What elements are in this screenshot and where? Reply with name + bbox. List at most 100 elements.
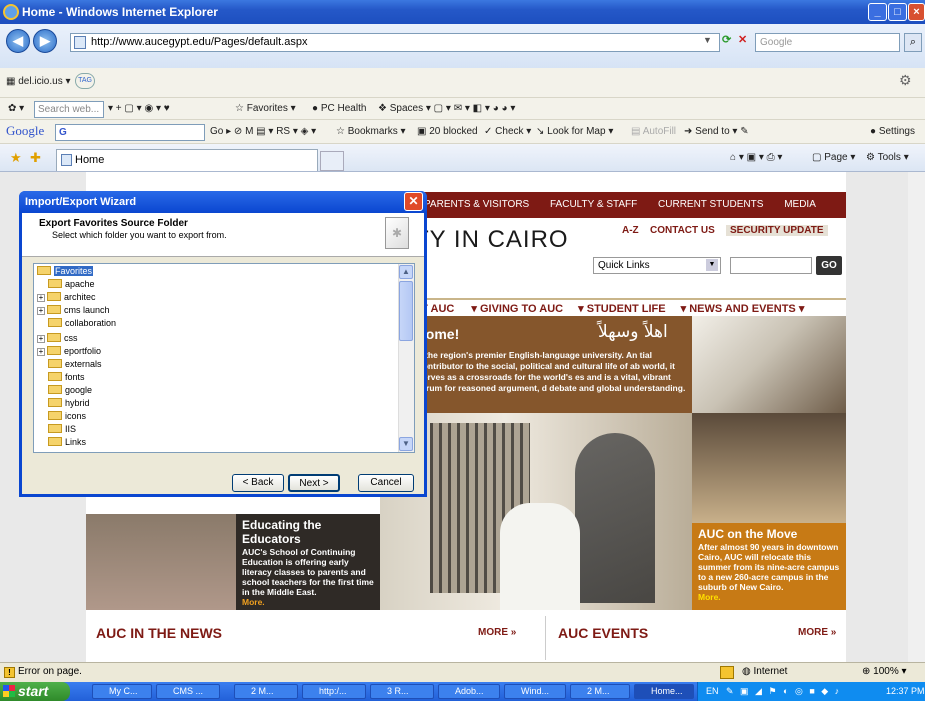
- spaces-button[interactable]: ❖ Spaces ▾ ▢ ▾ ✉ ▾ ◧ ▾ ◕ ◕ ▾: [378, 99, 515, 119]
- tree-node[interactable]: google: [48, 385, 92, 395]
- tools-menu[interactable]: ⚙ Tools ▾: [866, 148, 909, 168]
- favorites-star-icon[interactable]: ★: [10, 150, 22, 166]
- settings-button[interactable]: ● Settings: [870, 122, 915, 142]
- back-button[interactable]: ◀: [6, 29, 30, 53]
- expand-icon[interactable]: +: [37, 348, 45, 356]
- taskbar-item[interactable]: Adob...: [438, 684, 500, 699]
- toolbar-options-icon[interactable]: ⚙: [899, 72, 917, 90]
- zoom-control[interactable]: ⊕ 100% ▾: [862, 663, 907, 681]
- mainnav-news-events[interactable]: ▾ NEWS AND EVENTS ▾: [681, 303, 805, 315]
- zone-indicator[interactable]: ◍ Internet: [742, 663, 787, 681]
- google-search-input[interactable]: G: [55, 124, 205, 141]
- auc-on-the-move-panel[interactable]: AUC on the Move After almost 90 years in…: [692, 523, 846, 610]
- look-for-map-button[interactable]: ↘ Look for Map ▾: [536, 122, 613, 142]
- tab-home[interactable]: Home: [56, 149, 318, 171]
- taskbar-item-active[interactable]: Home...: [634, 684, 694, 699]
- cancel-wizard-button[interactable]: Cancel: [358, 474, 414, 492]
- tree-node[interactable]: + eportfolio: [37, 346, 101, 356]
- nav-parents-visitors[interactable]: PARENTS & VISITORS: [424, 199, 529, 210]
- address-input[interactable]: http://www.aucegypt.edu/Pages/default.as…: [70, 33, 720, 52]
- window-title-bar[interactable]: Home - Windows Internet Explorer: [0, 0, 925, 24]
- tree-node[interactable]: fonts: [48, 372, 85, 382]
- refresh-icon[interactable]: ⟳: [722, 33, 736, 51]
- dropdown-arrow-icon[interactable]: ▼: [703, 35, 712, 45]
- tag-button[interactable]: TAG: [75, 73, 95, 89]
- send-to-button[interactable]: ➜ Send to ▾ ✎: [684, 122, 749, 142]
- mainnav-giving[interactable]: ▾ GIVING TO AUC: [471, 303, 563, 315]
- favorites-button[interactable]: ☆ Favorites ▾: [235, 99, 296, 119]
- tree-node[interactable]: IIS: [48, 424, 76, 434]
- expand-icon[interactable]: +: [37, 294, 45, 302]
- site-search-input[interactable]: [730, 257, 812, 274]
- taskbar-item[interactable]: 3 R...: [370, 684, 434, 699]
- tree-node[interactable]: externals: [48, 359, 102, 369]
- popup-blocked-button[interactable]: ▣ 20 blocked: [417, 122, 478, 142]
- taskbar-item[interactable]: CMS ...: [156, 684, 220, 699]
- next-wizard-button[interactable]: Next >: [288, 474, 340, 492]
- page-scrollbar[interactable]: [908, 172, 925, 662]
- taskbar-item[interactable]: http:/...: [302, 684, 366, 699]
- autofill-button[interactable]: ▤ AutoFill: [631, 122, 676, 142]
- tree-node[interactable]: apache: [48, 279, 95, 289]
- dialog-close-button[interactable]: ✕: [404, 192, 423, 211]
- toolbar-icons[interactable]: ▾ + ▢ ▾ ◉ ▾ ♥: [108, 99, 170, 119]
- move-more-link[interactable]: More.: [698, 592, 840, 602]
- start-button[interactable]: start: [0, 682, 70, 701]
- close-window-button[interactable]: ×: [908, 3, 925, 21]
- mainnav-student-life[interactable]: ▾ STUDENT LIFE: [578, 303, 665, 315]
- scroll-thumb[interactable]: [399, 281, 413, 341]
- taskbar-item[interactable]: 2 M...: [570, 684, 630, 699]
- taskbar-item[interactable]: 2 M...: [234, 684, 298, 699]
- tree-node[interactable]: + css: [37, 333, 78, 343]
- spellcheck-button[interactable]: ✓ Check ▾: [484, 122, 531, 142]
- delicious-button[interactable]: ▦ del.icio.us ▾: [6, 72, 71, 92]
- page-menu[interactable]: ▢ Page ▾: [812, 148, 855, 168]
- status-text[interactable]: Error on page.: [18, 663, 82, 681]
- tree-node[interactable]: + cms launch: [37, 305, 110, 315]
- quick-links-select[interactable]: Quick Links ▼: [593, 257, 721, 274]
- expand-icon[interactable]: +: [37, 307, 45, 315]
- bookmarks-button[interactable]: ☆ Bookmarks ▾: [336, 122, 406, 142]
- forward-button[interactable]: ▶: [33, 29, 57, 53]
- google-go-button[interactable]: Go ▸ ⊘ M ▤ ▾ RS ▾ ◈ ▾: [210, 122, 316, 142]
- maximize-button[interactable]: □: [888, 3, 907, 21]
- tree-node[interactable]: Links: [48, 437, 86, 447]
- nav-current-students[interactable]: CURRENT STUDENTS: [658, 199, 763, 210]
- scroll-down-icon[interactable]: ▼: [399, 437, 413, 451]
- language-indicator[interactable]: EN: [706, 682, 719, 701]
- tree-node-favorites[interactable]: Favorites: [37, 266, 94, 276]
- pc-health-button[interactable]: ● PC Health: [312, 99, 366, 119]
- search-input[interactable]: Google: [755, 33, 900, 52]
- scroll-up-icon[interactable]: ▲: [399, 265, 413, 279]
- taskbar-item[interactable]: My C...: [92, 684, 152, 699]
- site-go-button[interactable]: GO: [816, 256, 842, 275]
- tree-node[interactable]: icons: [48, 411, 86, 421]
- tree-node[interactable]: hybrid: [48, 398, 90, 408]
- folder-icon: [48, 279, 62, 288]
- add-favorites-icon[interactable]: ✚: [30, 150, 41, 166]
- home-icon[interactable]: ⌂ ▾ ▣ ▾ ⎙ ▾: [730, 148, 782, 168]
- util-contact-link[interactable]: CONTACT US: [650, 225, 715, 236]
- expand-icon[interactable]: +: [37, 335, 45, 343]
- minimize-button[interactable]: _: [868, 3, 887, 21]
- educators-more-link[interactable]: More.: [242, 597, 374, 607]
- taskbar-item[interactable]: Wind...: [504, 684, 566, 699]
- search-icon[interactable]: ⌕: [904, 33, 922, 52]
- news-more-link[interactable]: MORE »: [478, 627, 516, 638]
- tree-node[interactable]: + architec: [37, 292, 96, 302]
- site-title[interactable]: TY IN CAIRO: [414, 226, 569, 254]
- nav-media[interactable]: MEDIA: [784, 199, 816, 210]
- util-security-link[interactable]: SECURITY UPDATE: [726, 225, 828, 236]
- back-wizard-button[interactable]: < Back: [232, 474, 284, 492]
- educators-panel[interactable]: Educating the Educators AUC's School of …: [236, 514, 380, 610]
- dialog-title-bar[interactable]: Import/Export Wizard: [19, 191, 427, 213]
- stop-icon[interactable]: ✕: [738, 33, 752, 51]
- events-more-link[interactable]: MORE »: [798, 627, 836, 638]
- warning-icon[interactable]: !: [4, 667, 15, 678]
- nav-faculty-staff[interactable]: FACULTY & STAFF: [550, 199, 637, 210]
- util-az-link[interactable]: A-Z: [622, 225, 639, 236]
- tray-icons[interactable]: ✎ ▣ ◢ ⚑ ◐ ◎ ■ ◆ ♪: [726, 682, 841, 701]
- tree-node[interactable]: collaboration: [48, 318, 116, 328]
- new-tab-button[interactable]: [320, 151, 344, 171]
- web-search-input[interactable]: Search web...: [34, 101, 104, 118]
